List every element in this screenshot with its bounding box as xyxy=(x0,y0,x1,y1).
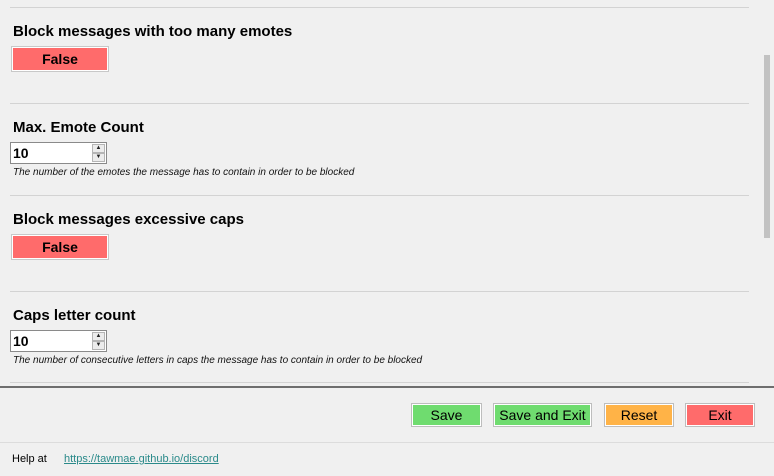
reset-button[interactable]: Reset xyxy=(604,403,674,427)
setting-title-caps-letter-count: Caps letter count xyxy=(13,307,136,324)
spin-down-icon[interactable]: ▼ xyxy=(92,341,105,350)
setting-title-max-emote-count: Max. Emote Count xyxy=(13,119,144,136)
max-emote-count-spinbox[interactable]: ▲ ▼ xyxy=(10,142,107,164)
toolbar-divider xyxy=(0,386,774,388)
footer-divider xyxy=(0,442,774,443)
separator xyxy=(10,7,749,8)
help-link[interactable]: https://tawmae.github.io/discord xyxy=(64,453,219,465)
save-and-exit-button[interactable]: Save and Exit xyxy=(493,403,592,427)
settings-scroll-area: Block messages with too many emotes Fals… xyxy=(0,0,774,386)
separator xyxy=(10,195,749,196)
spin-buttons: ▲ ▼ xyxy=(92,144,105,162)
vertical-scrollbar[interactable] xyxy=(760,0,774,386)
exit-button[interactable]: Exit xyxy=(685,403,755,427)
setting-title-block-caps: Block messages excessive caps xyxy=(13,211,244,228)
separator xyxy=(10,291,749,292)
caps-letter-count-spinbox[interactable]: ▲ ▼ xyxy=(10,330,107,352)
help-label: Help at xyxy=(12,453,47,465)
spin-up-icon[interactable]: ▲ xyxy=(92,144,105,153)
max-emote-count-description: The number of the emotes the message has… xyxy=(13,167,355,178)
separator xyxy=(10,103,749,104)
caps-letter-count-input[interactable] xyxy=(13,332,91,350)
save-button[interactable]: Save xyxy=(411,403,482,427)
scrollbar-thumb[interactable] xyxy=(764,55,770,238)
spin-up-icon[interactable]: ▲ xyxy=(92,332,105,341)
separator xyxy=(10,382,749,383)
spin-buttons: ▲ ▼ xyxy=(92,332,105,350)
spin-down-icon[interactable]: ▼ xyxy=(92,153,105,162)
max-emote-count-input[interactable] xyxy=(13,144,91,162)
block-caps-toggle[interactable]: False xyxy=(11,234,109,260)
setting-title-block-emotes: Block messages with too many emotes xyxy=(13,23,293,40)
block-emotes-toggle[interactable]: False xyxy=(11,46,109,72)
settings-window: Block messages with too many emotes Fals… xyxy=(0,0,774,476)
caps-letter-count-description: The number of consecutive letters in cap… xyxy=(13,355,423,366)
